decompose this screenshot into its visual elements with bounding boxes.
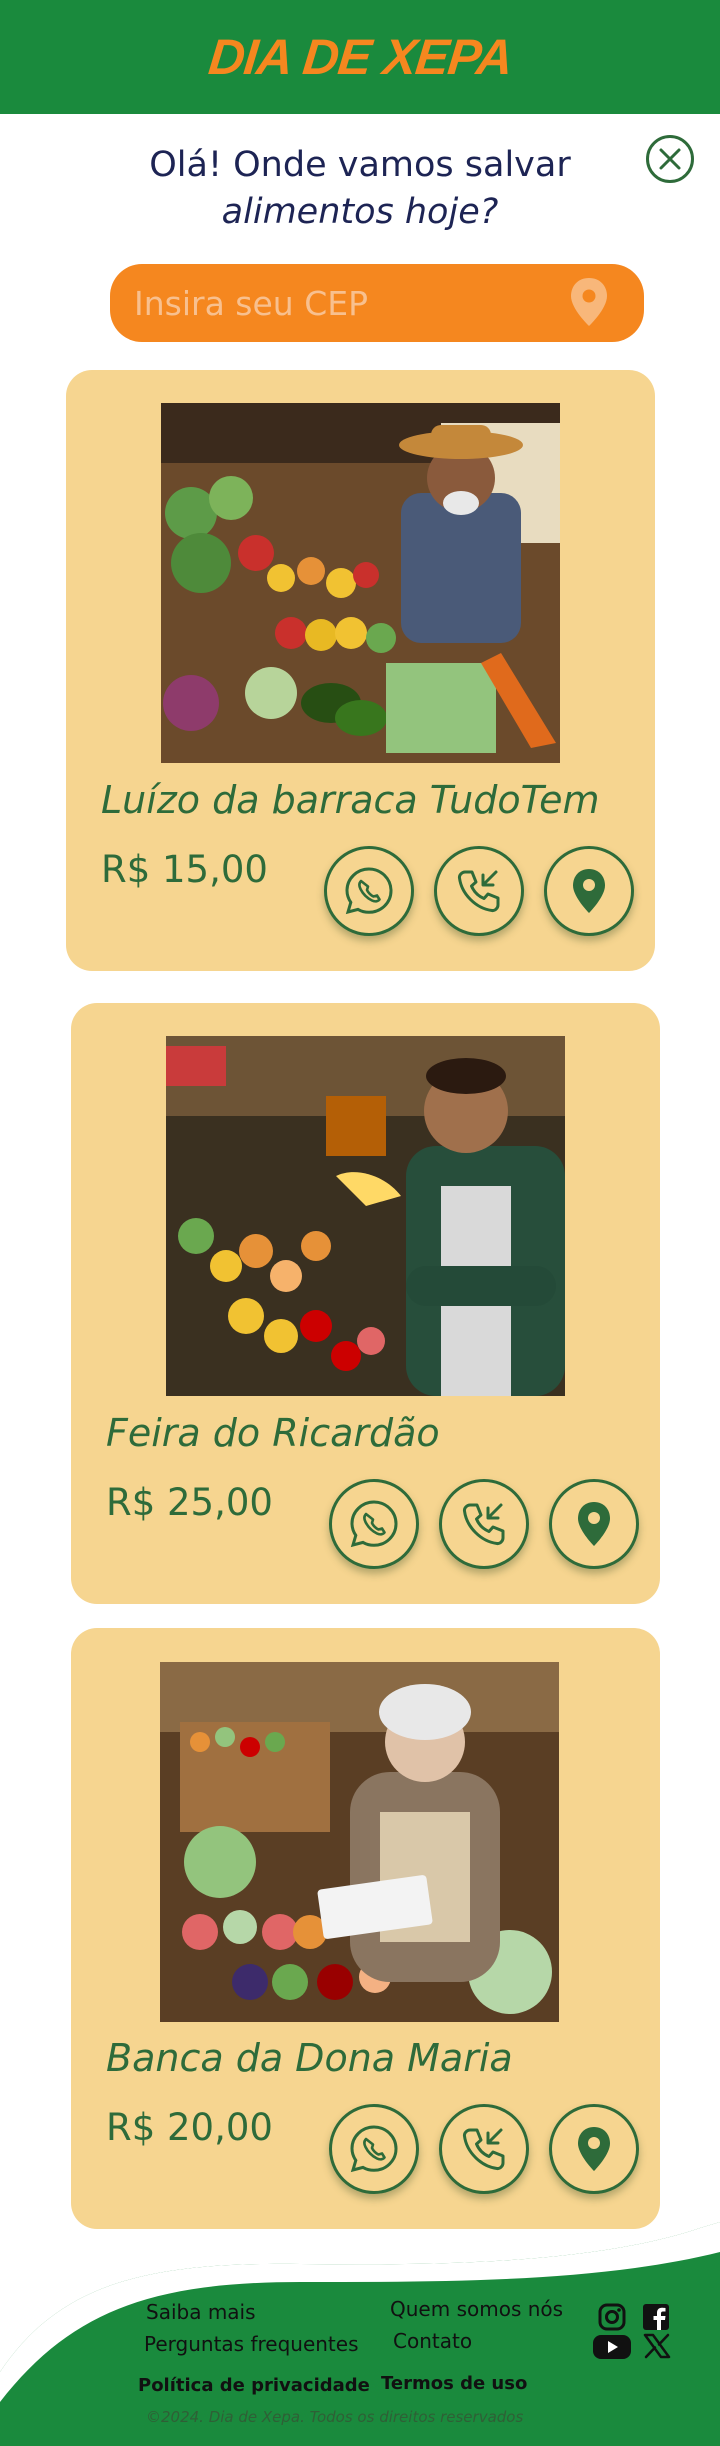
vendor-photo [166,1036,565,1396]
whatsapp-button[interactable] [324,846,414,936]
footer-link-privacidade[interactable]: Política de privacidade [138,2375,370,2396]
youtube-icon[interactable] [592,2333,632,2361]
page-title: Olá! Onde vamos salvar alimentos hoje? [100,142,620,236]
copyright-text: ©2024. Dia de Xepa. Todos os direitos re… [146,2408,524,2426]
footer-link-contato[interactable]: Contato [393,2329,472,2353]
greeting-line-2: alimentos hoje? [221,192,499,232]
close-icon [659,148,681,170]
phone-button[interactable] [439,2104,529,2194]
vendor-price: R$ 25,00 [106,1481,273,1524]
instagram-icon[interactable] [597,2302,627,2332]
whatsapp-button[interactable] [329,2104,419,2194]
vendor-photo [160,1662,559,2022]
brand-logo[interactable]: DIA DE XEPA [205,28,515,86]
cep-input[interactable] [110,264,550,342]
cep-search [110,264,644,342]
footer-link-quem-somos[interactable]: Quem somos nós [390,2297,563,2321]
location-button[interactable] [544,846,634,936]
whatsapp-icon [350,1500,398,1548]
whatsapp-button[interactable] [329,1479,419,1569]
vendor-card[interactable]: Luízo da barraca TudoTem R$ 15,00 [66,370,655,971]
phone-callback-icon [457,870,500,913]
vendor-photo [161,403,560,763]
facebook-icon[interactable] [641,2302,671,2332]
close-button[interactable] [646,135,694,183]
location-pin-icon [578,2127,610,2171]
footer-link-saiba-mais[interactable]: Saiba mais [146,2300,256,2324]
location-pin-icon[interactable] [568,276,610,328]
vendor-price: R$ 15,00 [101,848,268,891]
footer-link-faq[interactable]: Perguntas frequentes [144,2332,359,2356]
phone-callback-icon [462,2128,505,2171]
vendor-name: Feira do Ricardão [106,1411,440,1455]
greeting-line-1: Olá! Onde vamos salvar [149,145,571,185]
location-pin-icon [573,869,605,913]
whatsapp-icon [345,867,393,915]
vendor-price: R$ 20,00 [106,2106,273,2149]
x-icon[interactable] [643,2333,671,2359]
vendor-card[interactable]: Banca da Dona Maria R$ 20,00 [71,1628,660,2229]
footer-link-termos[interactable]: Termos de uso [381,2373,527,2394]
location-pin-icon [578,1502,610,1546]
location-button[interactable] [549,2104,639,2194]
vendor-card[interactable]: Feira do Ricardão R$ 25,00 [71,1003,660,1604]
phone-button[interactable] [434,846,524,936]
vendor-name: Luízo da barraca TudoTem [101,778,600,822]
app-header: DIA DE XEPA [0,0,720,114]
whatsapp-icon [350,2125,398,2173]
vendor-name: Banca da Dona Maria [106,2036,513,2080]
phone-callback-icon [462,1503,505,1546]
location-button[interactable] [549,1479,639,1569]
phone-button[interactable] [439,1479,529,1569]
